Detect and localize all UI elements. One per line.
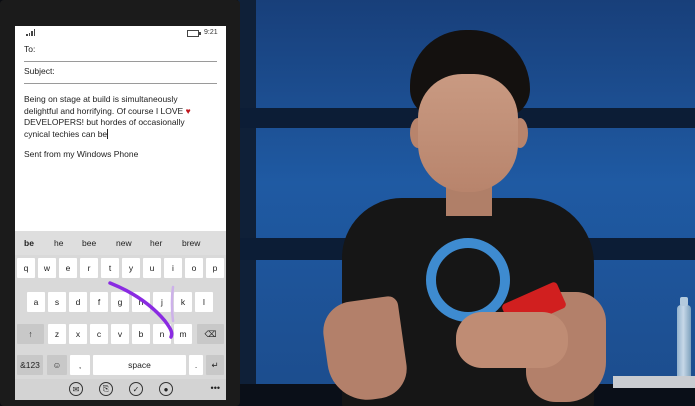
key-t[interactable]: t (101, 258, 119, 278)
suggestion-item[interactable]: new (116, 238, 132, 248)
text-cursor (107, 128, 109, 139)
key-c[interactable]: c (90, 324, 108, 344)
key-y[interactable]: y (122, 258, 140, 278)
key-e[interactable]: e (59, 258, 77, 278)
to-label: To: (24, 44, 36, 54)
enter-key[interactable]: ↵ (206, 355, 224, 375)
shift-key[interactable]: ↑ (17, 324, 44, 344)
shirt-ring-logo (426, 238, 510, 322)
phone-frame: 9:21 To: Subject: Being on stage at buil… (0, 0, 240, 406)
presenter-face (418, 74, 518, 192)
key-m[interactable]: m (174, 324, 192, 344)
key-j[interactable]: j (153, 292, 171, 312)
app-bar: ✉ ⎘ ✓ ● ••• (15, 379, 226, 400)
key-z[interactable]: z (48, 324, 66, 344)
key-s[interactable]: s (48, 292, 66, 312)
key-x[interactable]: x (69, 324, 87, 344)
key-i[interactable]: i (164, 258, 182, 278)
more-icon[interactable]: ••• (211, 383, 220, 393)
body-text-part2: DEVELOPERS! but hordes of occasionally c… (24, 117, 185, 139)
key-l[interactable]: l (195, 292, 213, 312)
key-g[interactable]: g (111, 292, 129, 312)
suggestion-item[interactable]: her (150, 238, 162, 248)
water-bottle (677, 297, 691, 381)
stage-pillar (238, 0, 256, 406)
heart-icon: ♥ (185, 105, 191, 116)
signature: Sent from my Windows Phone (24, 149, 139, 160)
subject-underline (24, 83, 217, 84)
suggestion-item[interactable]: he (54, 238, 63, 248)
emoji-key[interactable]: ☺ (47, 355, 67, 375)
send-icon[interactable]: ✓ (129, 382, 143, 396)
key-v[interactable]: v (111, 324, 129, 344)
period-key[interactable]: . (189, 355, 203, 375)
swipe-trail-fade (170, 285, 175, 323)
keyboard: be he bee new her brew q w e r t y u i o… (15, 231, 226, 400)
presenter (306, 30, 616, 406)
backspace-key[interactable]: ⌫ (197, 324, 224, 344)
key-h[interactable]: h (132, 292, 150, 312)
message-body[interactable]: Being on stage at build is simultaneousl… (24, 94, 212, 140)
key-u[interactable]: u (143, 258, 161, 278)
clock: 9:21 (204, 29, 218, 36)
battery-icon (187, 30, 201, 37)
to-field[interactable]: To: (15, 40, 226, 62)
microphone-icon[interactable]: ● (159, 382, 173, 396)
key-o[interactable]: o (185, 258, 203, 278)
podium (613, 376, 695, 388)
key-w[interactable]: w (38, 258, 56, 278)
signal-icon (26, 29, 35, 36)
key-d[interactable]: d (69, 292, 87, 312)
body-text-part1: Being on stage at build is simultaneousl… (24, 94, 184, 116)
suggestion-item[interactable]: brew (182, 238, 200, 248)
comma-key[interactable]: , (70, 355, 90, 375)
suggestion-item[interactable]: bee (82, 238, 96, 248)
key-k[interactable]: k (174, 292, 192, 312)
key-q[interactable]: q (17, 258, 35, 278)
stage-background (238, 0, 695, 406)
key-p[interactable]: p (206, 258, 224, 278)
key-n[interactable]: n (153, 324, 171, 344)
numbers-key[interactable]: &123 (17, 355, 43, 375)
phone-screen: 9:21 To: Subject: Being on stage at buil… (15, 26, 226, 400)
key-a[interactable]: a (27, 292, 45, 312)
key-r[interactable]: r (80, 258, 98, 278)
presenter-arm (319, 295, 411, 405)
key-f[interactable]: f (90, 292, 108, 312)
suggestion-item[interactable]: be (24, 238, 34, 248)
subject-label: Subject: (24, 66, 55, 76)
subject-field[interactable]: Subject: (15, 62, 226, 84)
space-key[interactable]: space (93, 355, 186, 375)
status-bar: 9:21 (15, 26, 226, 40)
attach-icon[interactable]: ⎘ (99, 382, 113, 396)
save-draft-icon[interactable]: ✉ (69, 382, 83, 396)
key-b[interactable]: b (132, 324, 150, 344)
suggestion-bar: be he bee new her brew (15, 231, 226, 255)
presenter-hands (456, 312, 568, 368)
